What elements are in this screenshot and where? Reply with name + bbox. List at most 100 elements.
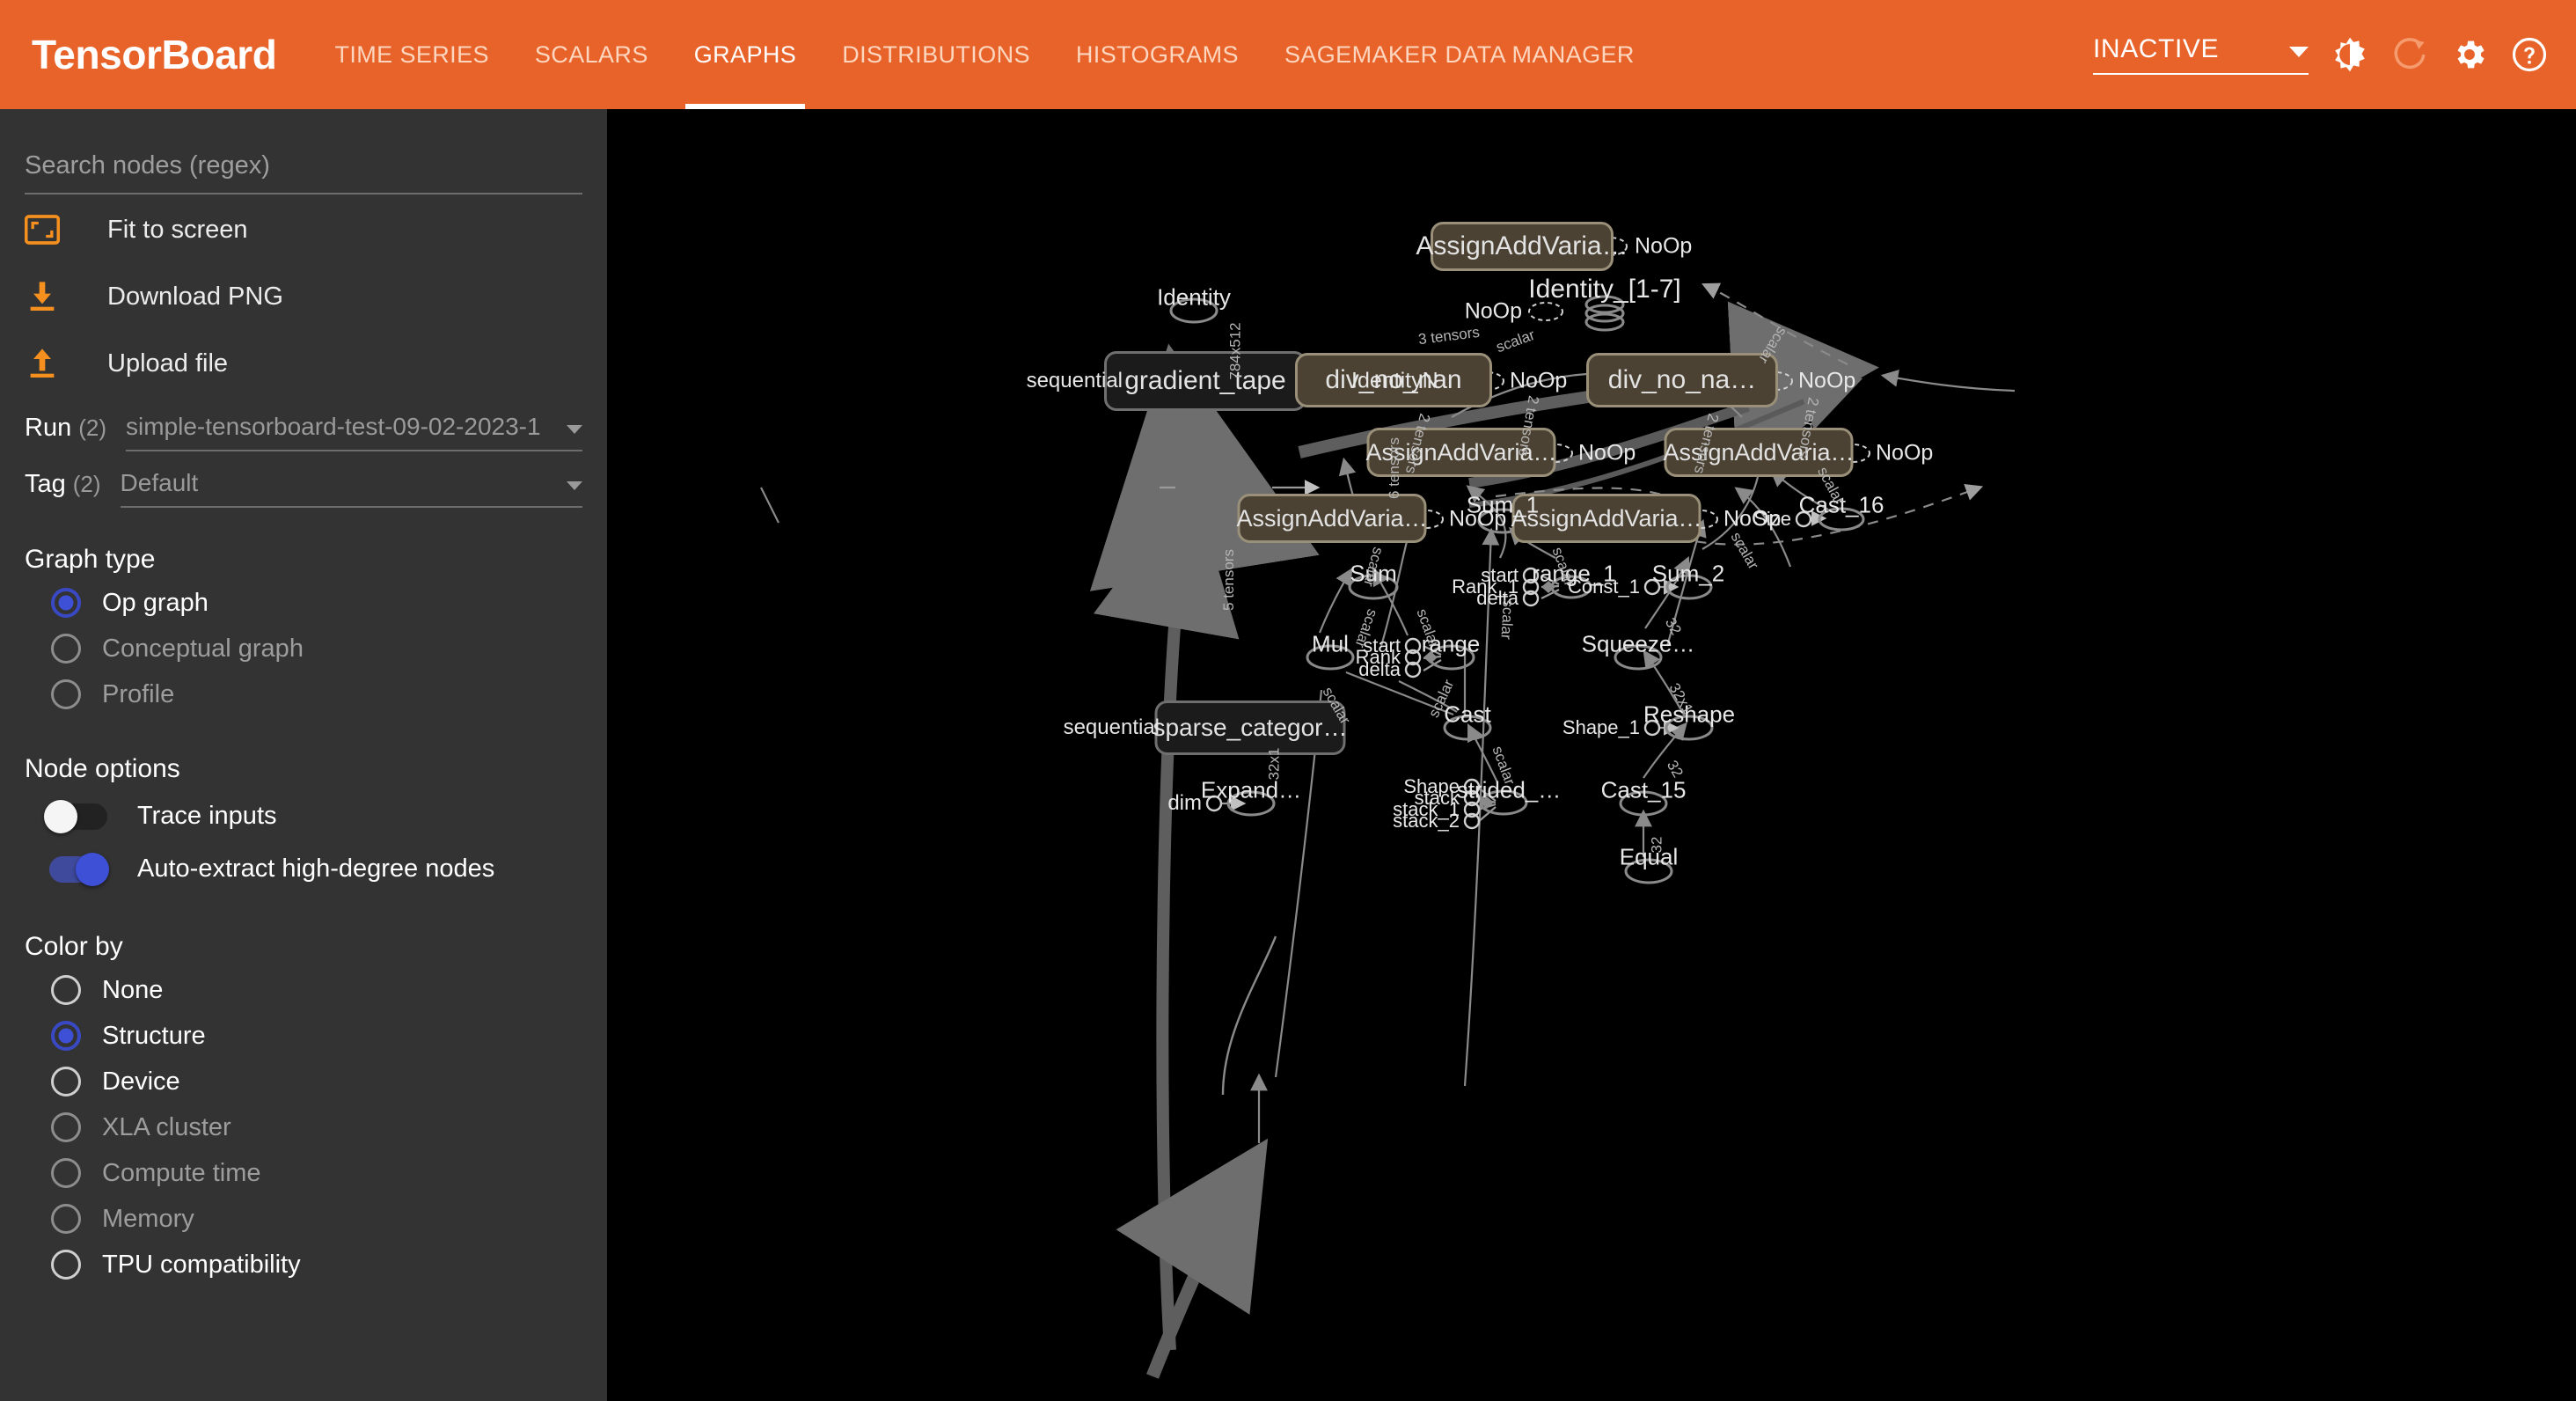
- toggle-knob: [76, 853, 109, 886]
- radio-color-structure[interactable]: Structure: [25, 1013, 582, 1059]
- upload-file-button[interactable]: Upload file: [25, 332, 582, 395]
- radio-color-none[interactable]: None: [25, 967, 582, 1013]
- toggle-trace-inputs[interactable]: Trace inputs: [25, 789, 582, 842]
- radio-label: Device: [102, 1067, 180, 1096]
- app-brand-title: TensorBoard: [32, 32, 277, 77]
- tab-graphs[interactable]: GRAPHS: [671, 0, 819, 109]
- tag-selector[interactable]: Default: [120, 469, 582, 508]
- download-png-button[interactable]: Download PNG: [25, 265, 582, 328]
- run-status-selector[interactable]: INACTIVE: [2093, 34, 2309, 75]
- node-cast-15: [1619, 790, 1668, 817]
- chevron-down-icon: [567, 481, 582, 490]
- graph-edges-layer: [760, 237, 2016, 1379]
- node-assign-add-variable-far-right[interactable]: AssignAddVaria…: [1663, 428, 1855, 477]
- download-icon: [25, 279, 74, 314]
- node-cast-16: [1818, 507, 1865, 532]
- radio-label: Compute time: [102, 1158, 261, 1187]
- radio-indicator: [51, 1250, 81, 1280]
- toggle-knob: [44, 800, 77, 833]
- node-options-title: Node options: [25, 754, 180, 783]
- brightness-icon[interactable]: [2331, 36, 2368, 73]
- radio-label: Conceptual graph: [102, 634, 304, 663]
- radio-label: Structure: [102, 1021, 206, 1050]
- run-selector[interactable]: simple-tensorboard-test-09-02-2023-1: [125, 413, 582, 451]
- radio-label: Op graph: [102, 588, 209, 617]
- chevron-down-icon: [567, 425, 582, 434]
- radio-indicator: [51, 634, 81, 664]
- radio-color-compute-time[interactable]: Compute time: [25, 1150, 582, 1196]
- tag-count: (2): [72, 471, 101, 497]
- node-div-no-nan-2[interactable]: div_no_na…: [1586, 353, 1778, 407]
- radio-label: TPU compatibility: [102, 1250, 301, 1279]
- help-icon[interactable]: [2511, 36, 2548, 73]
- node-identity: [1169, 297, 1218, 324]
- search-input[interactable]: [25, 146, 582, 194]
- tag-label: Tag: [25, 470, 66, 498]
- main-tab-bar: TIME SERIES SCALARS GRAPHS DISTRIBUTIONS…: [311, 0, 1657, 109]
- gear-icon[interactable]: [2451, 36, 2488, 73]
- download-png-label: Download PNG: [107, 282, 283, 311]
- radio-indicator: [51, 588, 81, 618]
- color-by-title: Color by: [25, 932, 123, 961]
- radio-conceptual-graph[interactable]: Conceptual graph: [25, 626, 582, 671]
- node-equal: [1624, 858, 1673, 884]
- radio-profile[interactable]: Profile: [25, 671, 582, 717]
- chevron-down-icon: [2289, 47, 2309, 57]
- header-controls: INACTIVE: [2093, 34, 2548, 75]
- tab-sagemaker-data-manager[interactable]: SAGEMAKER DATA MANAGER: [1262, 0, 1658, 109]
- run-label: Run: [25, 414, 72, 442]
- search-nodes-field: [25, 109, 582, 194]
- radio-indicator: [51, 1204, 81, 1234]
- node-div-no-nan-1[interactable]: div_no_nan: [1295, 353, 1492, 407]
- node-assign-add-variable-top[interactable]: AssignAddVaria…: [1416, 222, 1628, 271]
- toggle-auto-extract-high-degree-nodes[interactable]: Auto-extract high-degree nodes: [25, 842, 582, 895]
- graph-canvas[interactable]: AssignAddVaria… gradient_tape div_no_nan…: [607, 109, 2576, 1401]
- toggle-label: Trace inputs: [137, 801, 277, 830]
- radio-indicator: [51, 975, 81, 1005]
- radio-indicator: [51, 1021, 81, 1051]
- tab-time-series[interactable]: TIME SERIES: [311, 0, 511, 109]
- node-assign-add-variable-mid-right[interactable]: AssignAddVaria…: [1365, 428, 1557, 477]
- node-assign-add-variable-mid-center[interactable]: AssignAddVaria…: [1511, 494, 1702, 543]
- graph-controls-sidebar: Fit to screen Download PNG Upload file: [0, 109, 607, 1401]
- run-selector-row: Run (2) simple-tensorboard-test-09-02-20…: [25, 413, 582, 451]
- upload-file-label: Upload file: [107, 348, 229, 378]
- tag-value: Default: [120, 469, 199, 496]
- radio-label: None: [102, 975, 164, 1004]
- radio-indicator: [51, 1158, 81, 1188]
- fit-to-screen-icon: [25, 215, 74, 245]
- upload-icon: [25, 346, 74, 381]
- radio-color-xla-cluster[interactable]: XLA cluster: [25, 1104, 582, 1150]
- graph-type-title: Graph type: [25, 545, 156, 574]
- radio-label: Memory: [102, 1204, 194, 1233]
- radio-color-device[interactable]: Device: [25, 1059, 582, 1104]
- node-mul: [1306, 644, 1355, 671]
- radio-color-memory[interactable]: Memory: [25, 1196, 582, 1242]
- run-count: (2): [78, 414, 106, 441]
- radio-indicator: [51, 1112, 81, 1142]
- refresh-icon[interactable]: [2391, 36, 2428, 73]
- node-gradient-tape[interactable]: gradient_tape: [1104, 351, 1306, 411]
- tab-scalars[interactable]: SCALARS: [512, 0, 671, 109]
- radio-label: Profile: [102, 679, 175, 708]
- app-header: TensorBoard TIME SERIES SCALARS GRAPHS D…: [0, 0, 2576, 109]
- radio-indicator: [51, 679, 81, 709]
- radio-op-graph[interactable]: Op graph: [25, 580, 582, 626]
- run-status-label: INACTIVE: [2093, 34, 2220, 63]
- run-value: simple-tensorboard-test-09-02-2023-1: [125, 413, 541, 440]
- tensorboard-app: TensorBoard TIME SERIES SCALARS GRAPHS D…: [0, 0, 2576, 1401]
- node-sparse-categorical[interactable]: sparse_categor…: [1153, 700, 1348, 755]
- radio-color-tpu-compatibility[interactable]: TPU compatibility: [25, 1242, 582, 1287]
- tag-selector-row: Tag (2) Default: [25, 469, 582, 508]
- radio-label: XLA cluster: [102, 1112, 231, 1141]
- tab-histograms[interactable]: HISTOGRAMS: [1053, 0, 1262, 109]
- toggle-switch: [44, 800, 111, 833]
- node-assign-add-variable-mid-left[interactable]: AssignAddVaria…: [1236, 494, 1428, 543]
- fit-to-screen-button[interactable]: Fit to screen: [25, 198, 582, 261]
- toggle-label: Auto-extract high-degree nodes: [137, 854, 495, 883]
- tab-distributions[interactable]: DISTRIBUTIONS: [819, 0, 1053, 109]
- node-sum: [1348, 574, 1399, 600]
- radio-indicator: [51, 1067, 81, 1097]
- toggle-switch: [44, 853, 111, 886]
- node-squeeze: [1614, 644, 1663, 671]
